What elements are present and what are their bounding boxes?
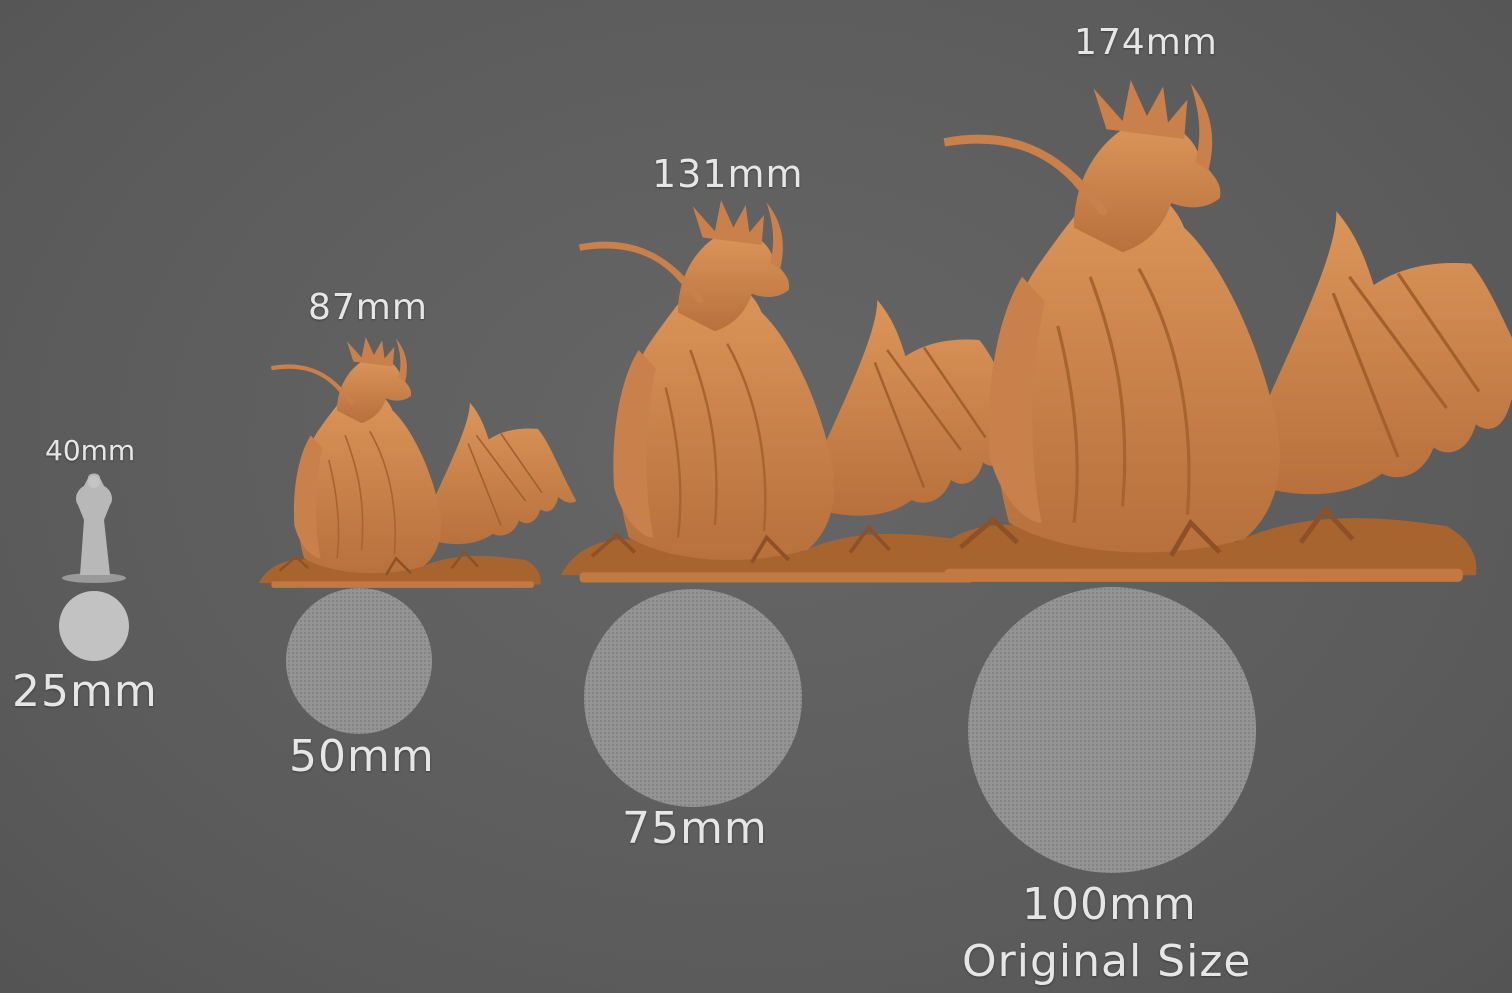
base-label-human: 25mm [12, 666, 158, 717]
height-label-medium: 131mm [652, 152, 804, 196]
base-label-medium: 75mm [622, 803, 768, 854]
dragon-large [920, 80, 1512, 582]
height-label-large: 174mm [1074, 22, 1218, 63]
dragon-medium [561, 200, 1037, 583]
human-figure [62, 473, 126, 583]
height-label-small: 87mm [308, 287, 428, 328]
dragon-small [259, 337, 576, 588]
height-label-human: 40mm [45, 434, 136, 467]
original-size-note: Original Size [962, 936, 1252, 987]
size-comparison-stage: 40mm 87mm 131mm 174mm 25mm 50mm 75mm 100… [0, 0, 1512, 993]
base-disc-50mm [286, 588, 432, 734]
base-disc-25mm [59, 591, 129, 661]
base-disc-75mm [584, 589, 802, 807]
base-label-large: 100mm [1022, 879, 1197, 930]
base-label-small: 50mm [289, 731, 435, 782]
base-disc-100mm [968, 587, 1256, 873]
